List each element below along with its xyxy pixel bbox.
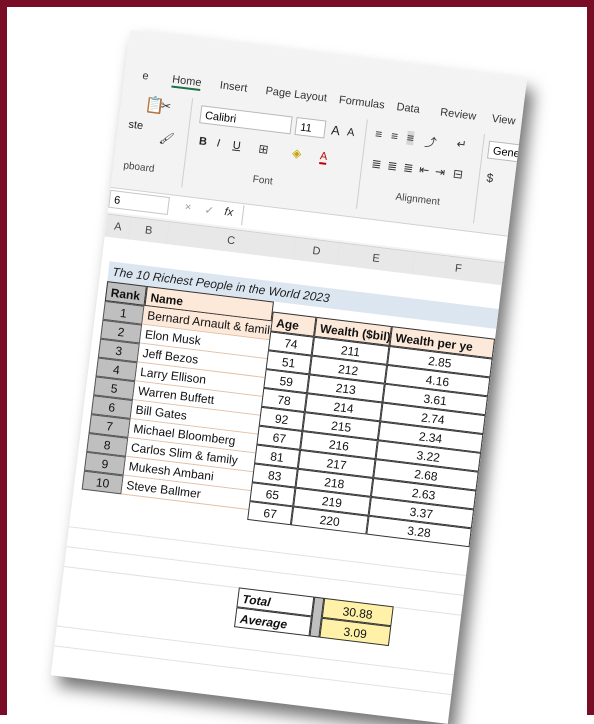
name-box[interactable]: 6 — [108, 189, 170, 215]
align-left-icon[interactable]: ≣ — [371, 156, 383, 171]
gridline — [56, 625, 454, 676]
increase-indent-icon[interactable]: ⇥ — [434, 164, 446, 179]
italic-button[interactable]: I — [216, 137, 221, 149]
font-name-box[interactable]: Calibri — [199, 105, 293, 135]
borders-icon[interactable]: ⊞ — [258, 142, 270, 157]
currency-format-icon[interactable]: $ — [486, 171, 494, 186]
cancel-icon[interactable]: × — [184, 201, 192, 214]
tab-file[interactable]: e — [142, 70, 150, 83]
merge-center-icon[interactable]: ⊟ — [452, 166, 464, 181]
tab-data[interactable]: Data — [396, 101, 421, 116]
separator — [355, 119, 368, 209]
spreadsheet-printout: e Home Insert Page Layout Formulas Data … — [50, 30, 528, 724]
separator — [181, 98, 194, 188]
shrink-font-button[interactable]: A — [346, 126, 355, 139]
enter-icon[interactable]: ✓ — [204, 203, 215, 217]
rank-cell: 10 — [81, 470, 124, 495]
alignment-group-label: Alignment — [394, 191, 441, 208]
bold-button[interactable]: B — [198, 135, 207, 148]
tab-page-layout[interactable]: Page Layout — [265, 85, 328, 104]
font-size-box[interactable]: 11 — [294, 116, 327, 139]
format-painter-icon[interactable]: 🖌 — [158, 130, 175, 146]
paste-label: ste — [127, 118, 144, 133]
tab-home[interactable]: Home — [171, 73, 203, 92]
column-header-b[interactable]: B — [128, 217, 170, 245]
gridline — [66, 546, 464, 596]
align-center-icon[interactable]: ≣ — [387, 158, 399, 173]
cut-icon[interactable]: ✂ — [160, 98, 172, 113]
font-color-button[interactable]: A — [319, 150, 329, 165]
wrap-text-icon[interactable]: ↵ — [456, 137, 468, 152]
decrease-indent-icon[interactable]: ⇤ — [418, 162, 430, 177]
font-group-label: Font — [252, 174, 274, 188]
fill-color-icon[interactable]: ◈ — [291, 146, 302, 161]
align-middle-icon[interactable]: ≡ — [390, 129, 399, 144]
clipboard-group-label: pboard — [122, 160, 155, 175]
orientation-icon[interactable]: ⤴ — [424, 133, 438, 151]
tab-review[interactable]: Review — [440, 106, 477, 122]
tab-insert[interactable]: Insert — [219, 79, 248, 94]
separator — [473, 133, 485, 224]
align-right-icon[interactable]: ≣ — [402, 160, 414, 175]
grow-font-button[interactable]: A — [330, 122, 340, 138]
underline-button[interactable]: U — [232, 139, 241, 152]
tab-formulas[interactable]: Formulas — [338, 94, 385, 111]
function-icon[interactable]: fx — [224, 206, 234, 219]
column-header-d[interactable]: D — [293, 237, 341, 266]
align-bottom-icon[interactable]: ≡ — [406, 130, 415, 146]
tab-view[interactable]: View — [491, 113, 516, 128]
age-cell: 67 — [247, 501, 294, 526]
align-top-icon[interactable]: ≡ — [374, 127, 383, 142]
